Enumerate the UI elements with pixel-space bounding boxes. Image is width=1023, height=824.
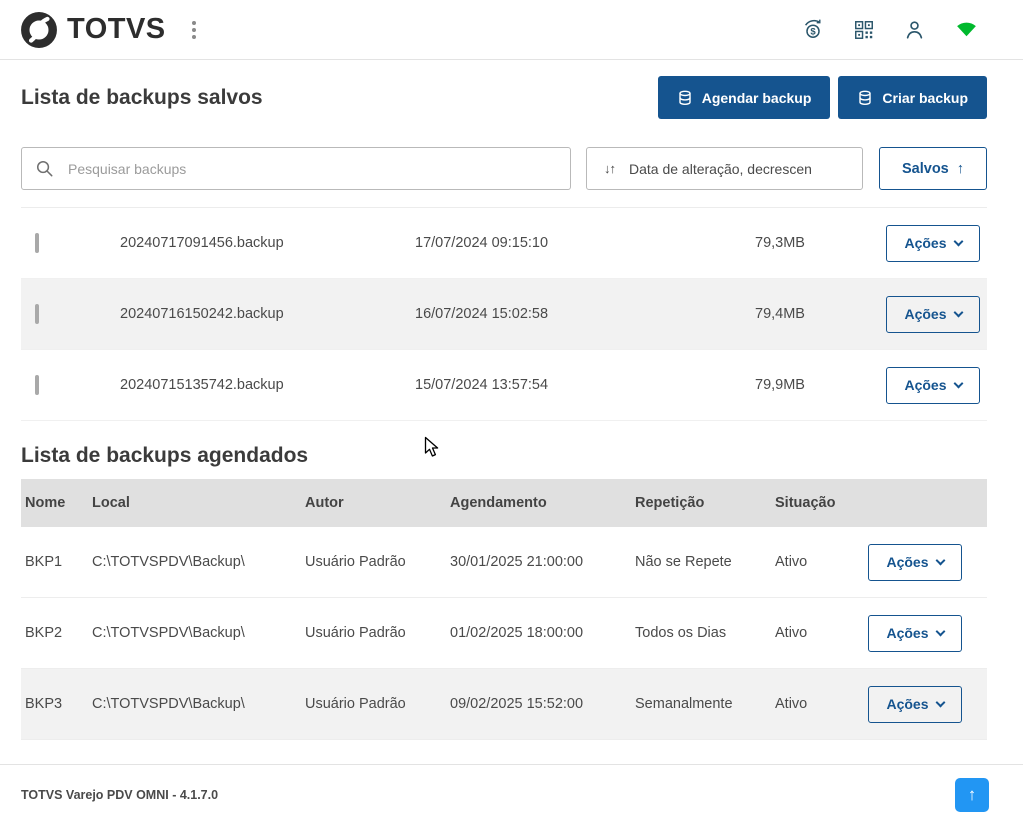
cell-situacao: Ativo: [775, 625, 868, 641]
saved-filter-button[interactable]: Salvos ↑: [879, 147, 987, 190]
logo-area: TOTVS: [20, 11, 200, 49]
main-content: Lista de backups salvos Agendar backup: [0, 76, 1023, 740]
column-autor: Autor: [305, 495, 450, 511]
footer: TOTVS Varejo PDV OMNI - 4.1.7.0 ↑: [0, 764, 1023, 824]
cell-repeticao: Semanalmente: [635, 696, 775, 712]
chevron-down-icon: [935, 626, 945, 636]
create-backup-button[interactable]: Criar backup: [838, 76, 987, 119]
column-local: Local: [92, 495, 305, 511]
actions-label: Ações: [886, 554, 928, 570]
actions-label: Ações: [886, 625, 928, 641]
column-agendamento: Agendamento: [450, 495, 635, 511]
backup-datetime: 17/07/2024 09:15:10: [415, 235, 755, 251]
cell-agendamento: 01/02/2025 18:00:00: [450, 625, 635, 641]
cell-situacao: Ativo: [775, 554, 868, 570]
backup-datetime: 16/07/2024 15:02:58: [415, 306, 755, 322]
cell-autor: Usuário Padrão: [305, 554, 450, 570]
search-input[interactable]: [21, 147, 571, 190]
schedule-backup-button[interactable]: Agendar backup: [658, 76, 831, 119]
column-repeticao: Repetição: [635, 495, 775, 511]
cell-agendamento: 09/02/2025 15:52:00: [450, 696, 635, 712]
scheduled-title: Lista de backups agendados: [21, 444, 987, 468]
saved-backups-list: 20240717091456.backup 17/07/2024 09:15:1…: [21, 207, 987, 421]
actions-button[interactable]: Ações: [868, 544, 962, 581]
database-icon: [857, 90, 873, 106]
sort-select[interactable]: ↓↑ Data de alteração, decrescen: [586, 147, 863, 190]
table-row: 20240717091456.backup 17/07/2024 09:15:1…: [21, 208, 987, 279]
actions-label: Ações: [904, 235, 946, 251]
backup-size: 79,9MB: [755, 377, 886, 393]
kebab-menu-icon[interactable]: [188, 17, 200, 43]
search-box: [21, 147, 571, 190]
chevron-down-icon: [953, 236, 963, 246]
backup-size: 79,3MB: [755, 235, 886, 251]
column-situacao: Situação: [775, 495, 868, 511]
backup-name: 20240716150242.backup: [120, 306, 415, 322]
connection-status-icon[interactable]: [954, 17, 979, 42]
table-row: 20240715135742.backup 15/07/2024 13:57:5…: [21, 350, 987, 421]
cell-agendamento: 30/01/2025 21:00:00: [450, 554, 635, 570]
row-checkbox[interactable]: [35, 233, 39, 253]
actions-button[interactable]: Ações: [886, 367, 980, 404]
app-window: TOTVS $: [0, 0, 1023, 824]
create-backup-label: Criar backup: [882, 90, 968, 106]
cell-nome: BKP3: [25, 696, 92, 712]
cell-local: C:\TOTVSPDV\Backup\: [92, 625, 305, 641]
actions-button[interactable]: Ações: [868, 686, 962, 723]
database-icon: [677, 90, 693, 106]
table-row: BKP1 C:\TOTVSPDV\Backup\ Usuário Padrão …: [21, 527, 987, 598]
cell-local: C:\TOTVSPDV\Backup\: [92, 696, 305, 712]
cell-repeticao: Não se Repete: [635, 554, 775, 570]
scheduled-backups-table: Nome Local Autor Agendamento Repetição S…: [21, 479, 987, 740]
backup-datetime: 15/07/2024 13:57:54: [415, 377, 755, 393]
totvs-logo-icon: [20, 11, 58, 49]
actions-button[interactable]: Ações: [886, 296, 980, 333]
backup-size: 79,4MB: [755, 306, 886, 322]
sort-arrows-icon: ↓↑: [604, 161, 615, 176]
sort-label: Data de alteração, decrescen: [629, 161, 812, 177]
cell-repeticao: Todos os Dias: [635, 625, 775, 641]
column-nome: Nome: [25, 495, 92, 511]
scroll-to-top-button[interactable]: ↑: [955, 778, 989, 812]
table-row: BKP3 C:\TOTVSPDV\Backup\ Usuário Padrão …: [21, 669, 987, 740]
cell-nome: BKP1: [25, 554, 92, 570]
actions-label: Ações: [904, 306, 946, 322]
arrow-up-icon: ↑: [968, 785, 977, 805]
table-row: BKP2 C:\TOTVSPDV\Backup\ Usuário Padrão …: [21, 598, 987, 669]
row-checkbox[interactable]: [35, 304, 39, 324]
chevron-down-icon: [953, 378, 963, 388]
cell-nome: BKP2: [25, 625, 92, 641]
chevron-down-icon: [935, 555, 945, 565]
page-title: Lista de backups salvos: [21, 86, 263, 110]
app-version-text: TOTVS Varejo PDV OMNI - 4.1.7.0: [21, 788, 218, 802]
search-icon: [35, 159, 54, 178]
actions-button[interactable]: Ações: [868, 615, 962, 652]
actions-label: Ações: [886, 696, 928, 712]
table-header: Nome Local Autor Agendamento Repetição S…: [21, 479, 987, 527]
saved-filter-label: Salvos: [902, 161, 949, 177]
user-icon[interactable]: [903, 18, 926, 41]
actions-button[interactable]: Ações: [886, 225, 980, 262]
logo-text: TOTVS: [67, 13, 166, 46]
header-icons: $: [801, 17, 979, 42]
backup-name: 20240715135742.backup: [120, 377, 415, 393]
cell-autor: Usuário Padrão: [305, 625, 450, 641]
cell-autor: Usuário Padrão: [305, 696, 450, 712]
backup-name: 20240717091456.backup: [120, 235, 415, 251]
svg-text:$: $: [810, 26, 816, 37]
arrow-up-icon: ↑: [957, 161, 964, 177]
qr-code-icon[interactable]: [853, 19, 875, 41]
actions-label: Ações: [904, 377, 946, 393]
chevron-down-icon: [935, 697, 945, 707]
currency-exchange-icon[interactable]: $: [801, 18, 825, 42]
top-header: TOTVS $: [0, 0, 1023, 60]
row-checkbox[interactable]: [35, 375, 39, 395]
chevron-down-icon: [953, 307, 963, 317]
cell-local: C:\TOTVSPDV\Backup\: [92, 554, 305, 570]
schedule-backup-label: Agendar backup: [702, 90, 812, 106]
table-row: 20240716150242.backup 16/07/2024 15:02:5…: [21, 279, 987, 350]
cell-situacao: Ativo: [775, 696, 868, 712]
